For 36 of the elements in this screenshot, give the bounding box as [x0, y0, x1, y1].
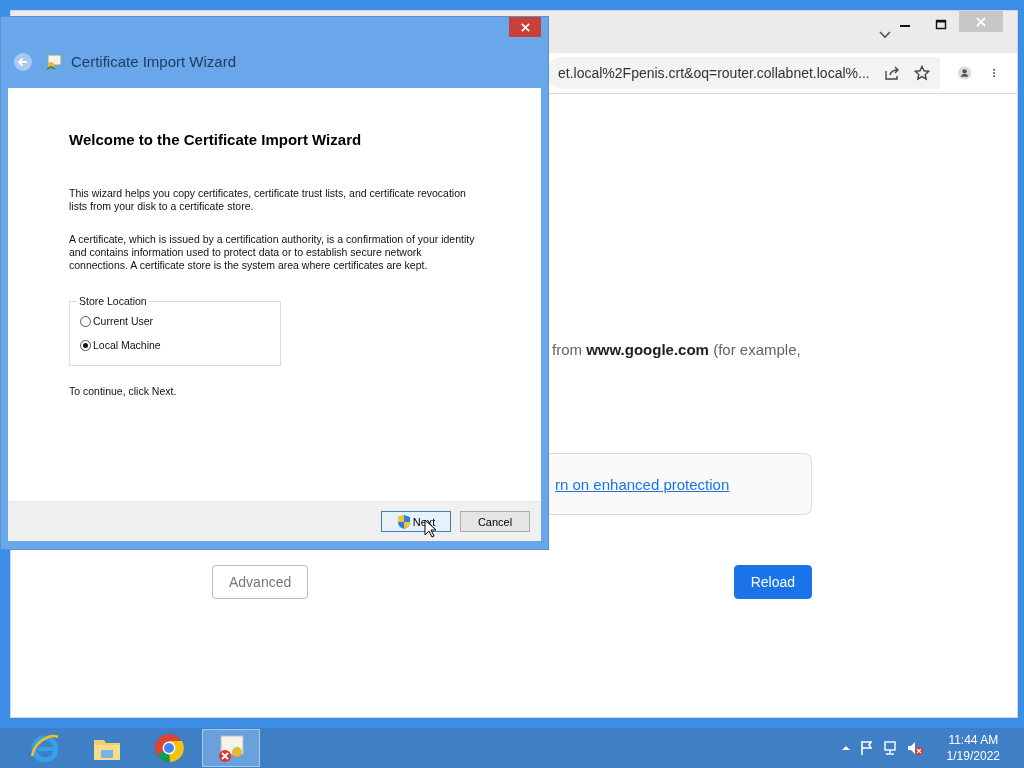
chevron-down-icon[interactable]	[879, 31, 891, 39]
enhanced-protection-link[interactable]: rn on enhanced protection	[555, 475, 730, 493]
url-text: et.local%2Fpenis.crt&oq=router.collabnet.local%...	[558, 65, 870, 81]
share-icon[interactable]	[883, 65, 900, 81]
show-hidden-icon[interactable]	[840, 743, 851, 753]
address-bar[interactable]: et.local%2Fpenis.crt&oq=router.collabnet.local%...	[546, 57, 940, 89]
back-icon[interactable]	[13, 51, 33, 72]
radio-button[interactable]	[80, 315, 91, 327]
dialog-title: Certificate Import Wizard	[71, 53, 237, 70]
cancel-button[interactable]: Cancel	[460, 511, 530, 532]
flag-icon[interactable]	[858, 740, 875, 756]
reload-button[interactable]: Reload	[733, 565, 812, 599]
chrome-icon	[153, 732, 185, 764]
wizard-heading: Welcome to the Certificate Import Wizard	[69, 131, 363, 148]
maximize-icon[interactable]	[935, 18, 947, 31]
group-label: Store Location	[78, 295, 148, 307]
advanced-button[interactable]: Advanced	[212, 565, 309, 599]
clock-time: 11:44 AM	[948, 732, 999, 748]
close-button[interactable]	[509, 17, 541, 37]
warning-text: from www.google.com (for example,	[552, 341, 801, 358]
radio-option[interactable]: Current User	[80, 309, 280, 333]
certificate-icon	[45, 52, 63, 71]
description-text: A certificate, which is issued by a certification authority, is a confirmation of your identity and contains information used to protect data or to establish secure network connections. A certificate store is the system area where certificates are kept.	[69, 233, 476, 272]
close-icon	[519, 21, 531, 33]
volume-muted-icon[interactable]	[906, 740, 923, 756]
description-text: This wizard helps you copy certificates, certificate trust lists, and certificate revocation lists from your disk to a certificate store.	[69, 187, 467, 213]
network-icon[interactable]	[882, 740, 899, 756]
clock-date: 1/19/2022	[946, 748, 1000, 764]
hint-text: To continue, click Next.	[69, 385, 178, 398]
close-icon	[975, 15, 987, 28]
taskbar-app[interactable]	[202, 729, 260, 767]
shield-icon	[396, 513, 411, 530]
browser-e-icon	[29, 732, 61, 764]
radio-button[interactable]	[80, 339, 91, 351]
star-icon[interactable]	[913, 65, 930, 81]
radio-option[interactable]: Local Machine	[80, 333, 280, 357]
